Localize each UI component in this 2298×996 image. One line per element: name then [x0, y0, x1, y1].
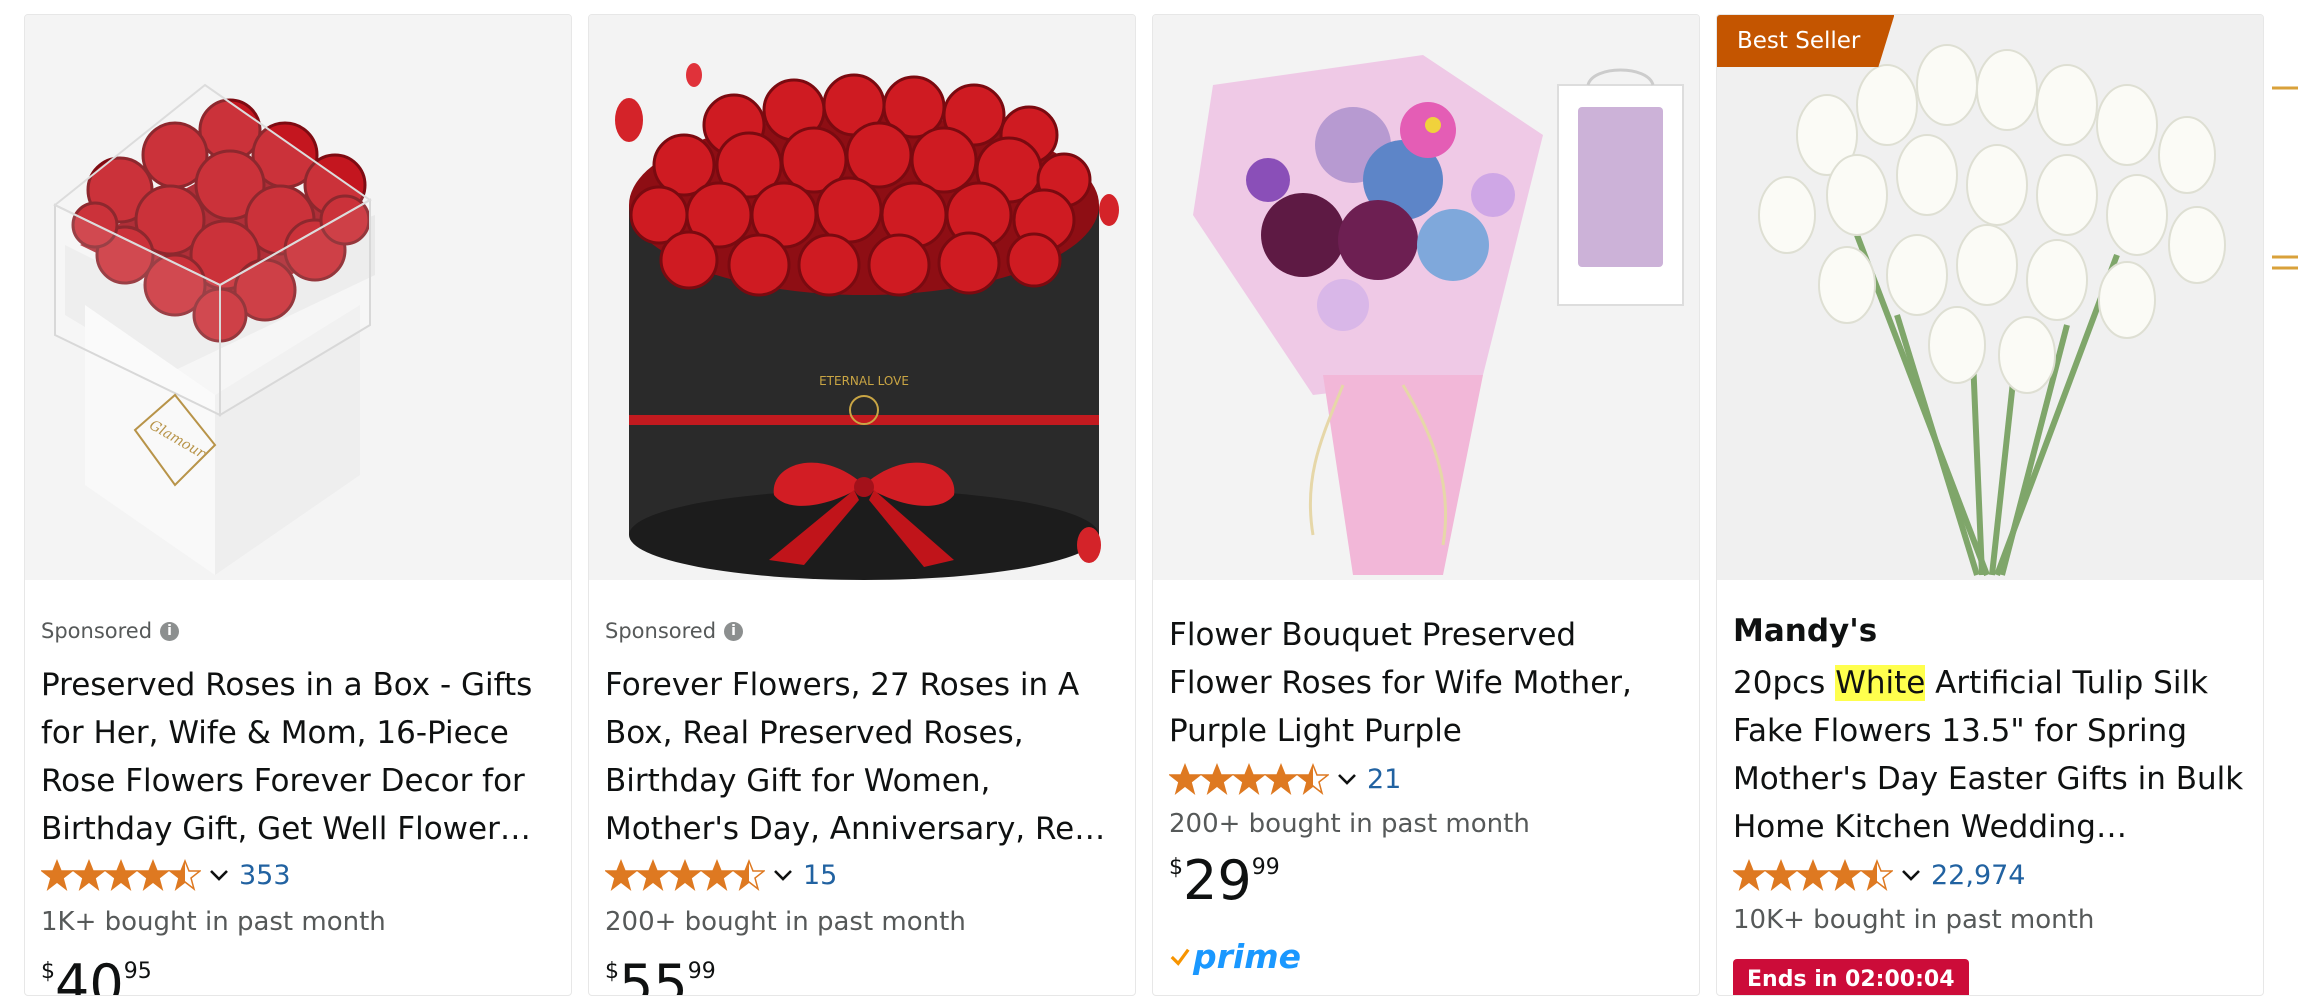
star-icon	[667, 859, 703, 891]
star-icon	[135, 859, 171, 891]
product-image[interactable]: ETERNAL LOVE	[589, 15, 1135, 580]
star-icon	[1169, 763, 1203, 795]
price-symbol: $	[41, 959, 55, 984]
bouquet-image	[1153, 15, 1699, 580]
sponsored-text: Sponsored	[605, 619, 717, 643]
chevron-down-icon[interactable]	[1899, 863, 1923, 887]
star-icon	[731, 859, 765, 891]
product-rating[interactable]: 22,974	[1733, 859, 2025, 891]
best-seller-badge: Best Seller	[1717, 15, 1894, 67]
star-icon	[1263, 763, 1299, 795]
product-title[interactable]: Forever Flowers, 27 Roses in A Box, Real…	[605, 661, 1119, 853]
bought-count: 1K+ bought in past month	[41, 907, 386, 937]
star-icon	[41, 859, 75, 891]
star-rating-icon[interactable]	[1733, 859, 1893, 891]
star-icon	[167, 859, 201, 891]
star-icon	[1763, 859, 1799, 891]
prime-badge: prime	[1169, 937, 1301, 976]
price-whole: 55	[619, 953, 688, 996]
product-card[interactable]: Glamour Sponsored i Preserved Roses in a…	[24, 14, 572, 996]
prime-label: prime	[1193, 937, 1301, 976]
bought-count: 10K+ bought in past month	[1733, 905, 2095, 935]
star-icon	[103, 859, 139, 891]
product-title[interactable]: 20pcs White Artificial Tulip Silk Fake F…	[1733, 659, 2247, 851]
price[interactable]: $5599	[605, 953, 716, 996]
star-icon	[1795, 859, 1831, 891]
price-fraction: 99	[687, 959, 716, 984]
star-icon	[1295, 763, 1329, 795]
product-image[interactable]	[1717, 15, 2263, 580]
scroll-edge-marker	[2272, 86, 2298, 270]
star-icon	[699, 859, 735, 891]
sponsored-label: Sponsored i	[41, 619, 180, 643]
svg-text:ETERNAL LOVE: ETERNAL LOVE	[819, 374, 909, 388]
star-icon	[605, 859, 639, 891]
product-card[interactable]: ETERNAL LOVE Sponsored i Forever Flowers…	[588, 14, 1136, 996]
price-whole: 40	[55, 953, 124, 996]
price-fraction: 95	[123, 959, 152, 984]
star-icon	[1199, 763, 1235, 795]
product-card[interactable]: Flower Bouquet Preserved Flower Roses fo…	[1152, 14, 1700, 996]
search-highlight: White	[1835, 665, 1926, 701]
rose-box-image: Glamour	[25, 15, 571, 580]
price[interactable]: $4095	[41, 953, 152, 996]
rose-hatbox-image: ETERNAL LOVE	[589, 15, 1135, 580]
product-rating[interactable]: 353	[41, 859, 291, 891]
review-count[interactable]: 353	[239, 860, 291, 891]
chevron-down-icon[interactable]	[771, 863, 795, 887]
product-title[interactable]: Preserved Roses in a Box - Gifts for Her…	[41, 661, 555, 853]
product-card[interactable]: Best Seller Mandy's 20pcs White Artifici…	[1716, 14, 2264, 996]
star-rating-icon[interactable]	[41, 859, 201, 891]
star-icon	[1827, 859, 1863, 891]
checkmark-icon	[1170, 948, 1190, 966]
sponsored-text: Sponsored	[41, 619, 153, 643]
bought-count: 200+ bought in past month	[605, 907, 966, 937]
info-icon[interactable]: i	[160, 621, 180, 641]
price-symbol: $	[1169, 855, 1183, 880]
star-rating-icon[interactable]	[605, 859, 765, 891]
chevron-down-icon[interactable]	[207, 863, 231, 887]
review-count[interactable]: 21	[1367, 764, 1401, 795]
review-count[interactable]: 15	[803, 860, 837, 891]
product-image[interactable]: Glamour	[25, 15, 571, 580]
product-brand: Mandy's	[1733, 613, 1878, 649]
star-icon	[1231, 763, 1267, 795]
price-symbol: $	[605, 959, 619, 984]
review-count[interactable]: 22,974	[1931, 860, 2025, 891]
title-prefix: 20pcs	[1733, 665, 1836, 701]
bought-count: 200+ bought in past month	[1169, 809, 1530, 839]
star-icon	[71, 859, 107, 891]
star-icon	[1859, 859, 1893, 891]
product-rating[interactable]: 21	[1169, 763, 1401, 795]
price[interactable]: $2999	[1169, 849, 1280, 912]
tulip-bouquet-image	[1717, 15, 2263, 580]
star-icon	[635, 859, 671, 891]
chevron-down-icon[interactable]	[1335, 767, 1359, 791]
star-rating-icon[interactable]	[1169, 763, 1329, 795]
star-icon	[1733, 859, 1767, 891]
product-image[interactable]	[1153, 15, 1699, 580]
info-icon[interactable]: i	[724, 621, 744, 641]
product-title[interactable]: Flower Bouquet Preserved Flower Roses fo…	[1169, 611, 1683, 755]
sponsored-label: Sponsored i	[605, 619, 744, 643]
deal-timer-badge: Ends in 02:00:04	[1733, 959, 1969, 995]
price-whole: 29	[1183, 849, 1252, 912]
product-rating[interactable]: 15	[605, 859, 837, 891]
price-fraction: 99	[1251, 855, 1280, 880]
